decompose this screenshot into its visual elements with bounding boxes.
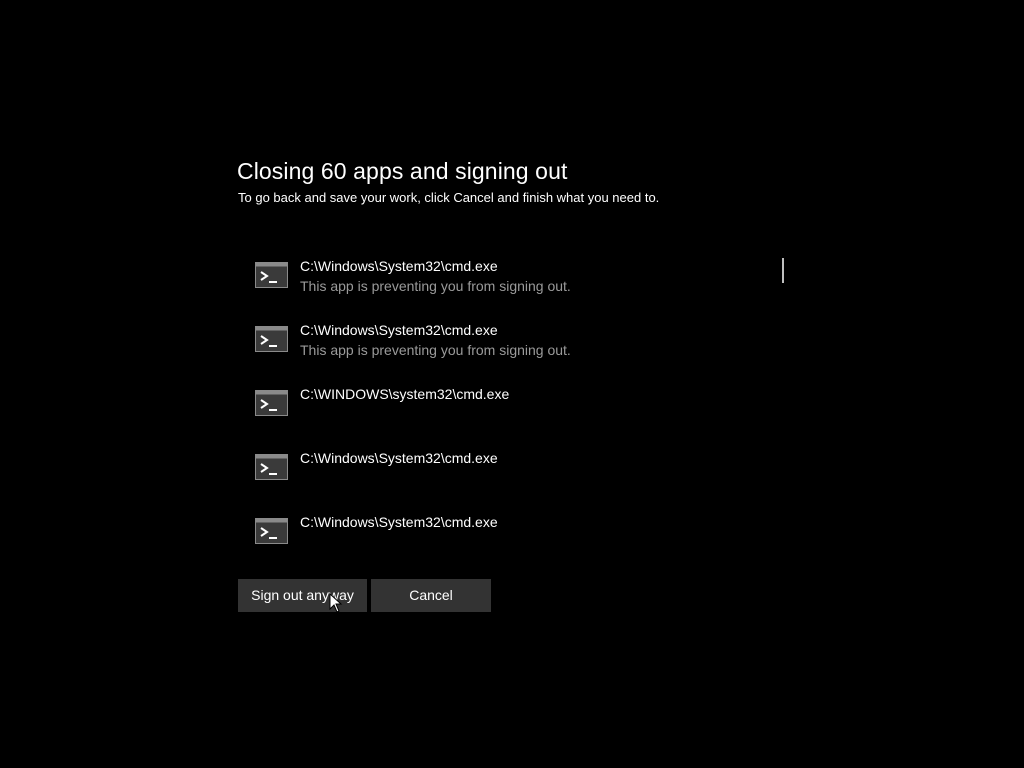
list-scrollbar[interactable]	[782, 258, 784, 283]
app-status: This app is preventing you from signing …	[300, 342, 571, 358]
app-list-item[interactable]: C:\Windows\System32\cmd.exe	[255, 448, 775, 504]
command-prompt-icon	[255, 390, 288, 416]
command-prompt-icon	[255, 454, 288, 480]
app-list-item[interactable]: C:\Windows\System32\cmd.exe This app is …	[255, 256, 775, 312]
app-list-item[interactable]: C:\Windows\System32\cmd.exe	[255, 512, 775, 568]
app-list-item[interactable]: C:\Windows\System32\cmd.exe This app is …	[255, 320, 775, 376]
dialog-title: Closing 60 apps and signing out	[237, 158, 568, 184]
app-path: C:\WINDOWS\system32\cmd.exe	[300, 386, 510, 402]
app-path: C:\Windows\System32\cmd.exe	[300, 450, 498, 466]
blocking-apps-list[interactable]: C:\Windows\System32\cmd.exe This app is …	[255, 256, 795, 556]
sign-out-anyway-button[interactable]: Sign out anyway	[238, 579, 367, 612]
command-prompt-icon	[255, 262, 288, 288]
app-path: C:\Windows\System32\cmd.exe	[300, 322, 498, 338]
sign-out-screen: Closing 60 apps and signing out To go ba…	[0, 0, 1024, 768]
app-status: This app is preventing you from signing …	[300, 278, 571, 294]
app-path: C:\Windows\System32\cmd.exe	[300, 514, 498, 530]
command-prompt-icon	[255, 518, 288, 544]
command-prompt-icon	[255, 326, 288, 352]
app-list-item[interactable]: C:\WINDOWS\system32\cmd.exe	[255, 384, 775, 440]
app-path: C:\Windows\System32\cmd.exe	[300, 258, 498, 274]
cancel-button[interactable]: Cancel	[371, 579, 491, 612]
dialog-subtitle: To go back and save your work, click Can…	[238, 190, 660, 205]
